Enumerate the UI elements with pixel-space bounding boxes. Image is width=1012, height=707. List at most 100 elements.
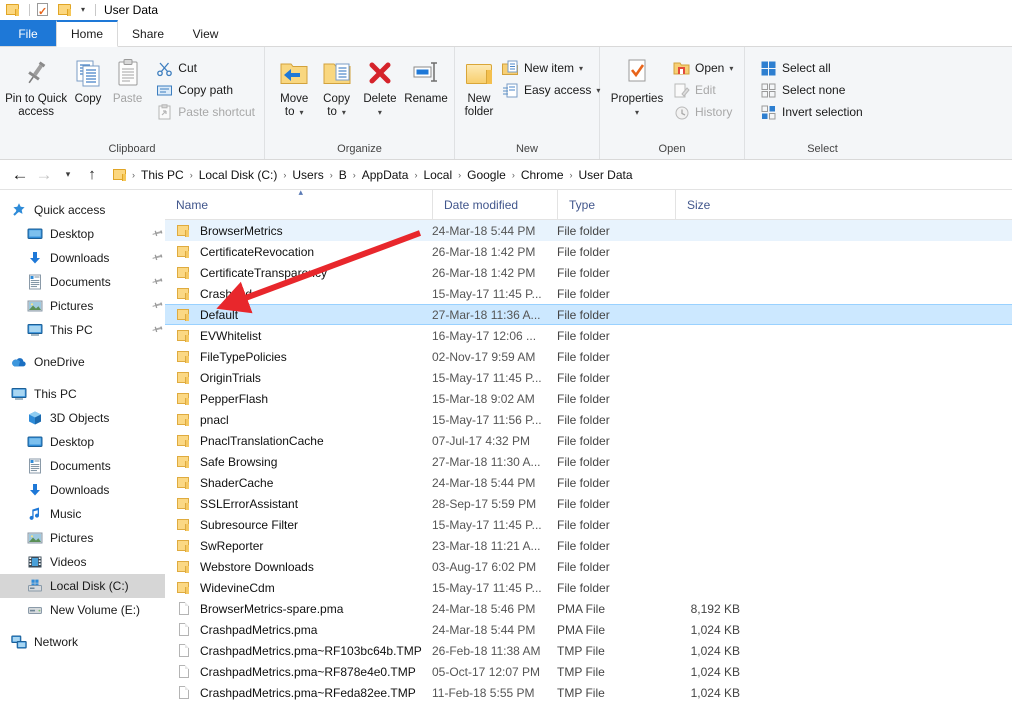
pin-to-quick-access-button[interactable]: Pin to Quick access	[4, 51, 68, 119]
move-to-button[interactable]: Move to ▾	[273, 51, 315, 119]
breadcrumb-separator[interactable]: ›	[130, 170, 137, 180]
quick-access-properties-icon[interactable]: ✓	[35, 2, 51, 18]
history-button[interactable]: History	[670, 101, 738, 123]
paste-shortcut-button[interactable]: Paste shortcut	[153, 101, 260, 123]
properties-button[interactable]: Properties ▾	[606, 51, 668, 119]
table-row[interactable]: CrashpadMetrics.pma 24-Mar-18 5:44 PM PMA …	[165, 619, 1012, 640]
sidebar-item-onedrive[interactable]: OneDrive	[0, 350, 165, 374]
breadcrumb-separator[interactable]: ›	[568, 170, 575, 180]
file-name-cell[interactable]: CrashpadMetrics.pma	[165, 622, 432, 638]
table-row[interactable]: Safe Browsing 27-Mar-18 11:30 A... File fo…	[165, 451, 1012, 472]
file-name-cell[interactable]: CertificateTransparency	[165, 265, 432, 281]
file-name-cell[interactable]: SwReporter	[165, 538, 432, 554]
pin-icon[interactable]	[145, 247, 165, 269]
new-item-chevron-down-icon[interactable]: ▾	[579, 64, 583, 73]
new-folder-button[interactable]: New folder	[463, 51, 495, 119]
sidebar-item-music[interactable]: Music	[0, 502, 165, 526]
breadcrumb-separator[interactable]: ›	[456, 170, 463, 180]
tab-home[interactable]: Home	[56, 20, 119, 47]
file-name-cell[interactable]: BrowserMetrics	[165, 223, 432, 239]
table-row[interactable]: OriginTrials 15-May-17 11:45 P... File fol…	[165, 367, 1012, 388]
table-row[interactable]: PepperFlash 15-Mar-18 9:02 AM File folder	[165, 388, 1012, 409]
edit-button[interactable]: Edit	[670, 79, 738, 101]
breadcrumb-item-local-disk-c[interactable]: Local Disk (C:)	[195, 168, 282, 182]
breadcrumb-item-local[interactable]: Local	[419, 168, 456, 182]
copy-to-button[interactable]: Copy to ▾	[315, 51, 357, 119]
pin-icon[interactable]	[145, 271, 165, 293]
table-row[interactable]: CertificateTransparency 26-Mar-18 1:42 PM…	[165, 262, 1012, 283]
table-row[interactable]: ShaderCache 24-Mar-18 5:44 PM File folder	[165, 472, 1012, 493]
table-row[interactable]: Subresource Filter 15-May-17 11:45 P... Fi…	[165, 514, 1012, 535]
customize-quick-access-chevron-icon[interactable]: ▾	[76, 0, 90, 20]
breadcrumb-separator[interactable]: ›	[281, 170, 288, 180]
sidebar-item-downloads[interactable]: Downloads	[0, 478, 165, 502]
table-row[interactable]: SSLErrorAssistant 28-Sep-17 5:59 PM File f…	[165, 493, 1012, 514]
breadcrumb-separator[interactable]: ›	[351, 170, 358, 180]
breadcrumb-item-this-pc[interactable]: This PC	[137, 168, 188, 182]
file-name-cell[interactable]: OriginTrials	[165, 370, 432, 386]
sidebar-item-this-pc[interactable]: This PC	[0, 382, 165, 406]
easy-access-button[interactable]: Easy access ▾	[499, 79, 605, 101]
breadcrumb[interactable]: › This PC › Local Disk (C:) › Users › B …	[112, 164, 637, 186]
column-header-size[interactable]: Size	[675, 190, 750, 220]
breadcrumb-separator[interactable]: ›	[188, 170, 195, 180]
file-name-cell[interactable]: Webstore Downloads	[165, 559, 432, 575]
properties-caret-icon[interactable]: ▾	[635, 108, 639, 117]
sidebar-item-network[interactable]: Network	[0, 630, 165, 654]
file-name-cell[interactable]: CrashpadMetrics.pma~RF103bc64b.TMP	[165, 643, 432, 659]
file-name-cell[interactable]: FileTypePolicies	[165, 349, 432, 365]
table-row[interactable]: EVWhitelist 16-May-17 12:06 ... File folde…	[165, 325, 1012, 346]
delete-button[interactable]: Delete ▾	[358, 51, 402, 119]
select-all-button[interactable]: Select all	[757, 57, 868, 79]
breadcrumb-item-google[interactable]: Google	[463, 168, 510, 182]
file-name-cell[interactable]: Crashpad	[165, 286, 432, 302]
rename-button[interactable]: Rename	[402, 51, 450, 106]
delete-caret-icon[interactable]: ▾	[378, 108, 382, 117]
breadcrumb-item-user-data[interactable]: User Data	[575, 168, 637, 182]
file-name-cell[interactable]: PnaclTranslationCache	[165, 433, 432, 449]
pin-icon[interactable]	[145, 295, 165, 317]
file-name-cell[interactable]: pnacl	[165, 412, 432, 428]
column-header-type[interactable]: Type	[557, 190, 675, 220]
sidebar-item-this-pc[interactable]: This PC	[0, 318, 165, 342]
file-name-cell[interactable]: CrashpadMetrics.pma~RF878e4e0.TMP	[165, 664, 432, 680]
tab-view[interactable]: View	[178, 20, 233, 47]
invert-selection-button[interactable]: Invert selection	[757, 101, 868, 123]
breadcrumb-separator[interactable]: ›	[328, 170, 335, 180]
table-row[interactable]: SwReporter 23-Mar-18 11:21 A... File folde…	[165, 535, 1012, 556]
table-row[interactable]: CrashpadMetrics.pma~RF103bc64b.TMP 26-Feb…	[165, 640, 1012, 661]
file-name-cell[interactable]: BrowserMetrics-spare.pma	[165, 601, 432, 617]
breadcrumb-item-chrome[interactable]: Chrome	[517, 168, 568, 182]
sidebar-item-pictures[interactable]: Pictures	[0, 294, 165, 318]
quick-access-folder-icon[interactable]	[5, 2, 21, 18]
quick-access-new-folder-icon[interactable]	[57, 2, 73, 18]
table-row[interactable]: CrashpadMetrics.pma~RF878e4e0.TMP 05-Oct-…	[165, 661, 1012, 682]
table-row[interactable]: Crashpad 15-May-17 11:45 P... File folder	[165, 283, 1012, 304]
sidebar-item-pictures[interactable]: Pictures	[0, 526, 165, 550]
sidebar-item-3d-objects[interactable]: 3D Objects	[0, 406, 165, 430]
file-name-cell[interactable]: PepperFlash	[165, 391, 432, 407]
file-name-cell[interactable]: CertificateRevocation	[165, 244, 432, 260]
navigation-pane[interactable]: Quick access Desktop Downloads Documents Pic…	[0, 190, 165, 705]
breadcrumb-separator[interactable]: ›	[510, 170, 517, 180]
table-row[interactable]: Default 27-Mar-18 11:36 A... File folder	[165, 304, 1012, 325]
recent-locations-chevron-icon[interactable]: ▾	[56, 163, 80, 187]
sidebar-item-desktop[interactable]: Desktop	[0, 222, 165, 246]
file-name-cell[interactable]: Default	[165, 307, 432, 323]
sidebar-item-documents[interactable]: Documents	[0, 454, 165, 478]
table-row[interactable]: CrashpadMetrics.pma~RFeda82ee.TMP 11-Feb-…	[165, 682, 1012, 703]
breadcrumb-item-users[interactable]: Users	[288, 168, 327, 182]
file-name-cell[interactable]: CrashpadMetrics.pma~RFeda82ee.TMP	[165, 685, 432, 701]
back-arrow-icon[interactable]: ←	[8, 163, 32, 187]
cut-button[interactable]: Cut	[153, 57, 260, 79]
forward-arrow-icon[interactable]: →	[32, 163, 56, 187]
sidebar-item-new-volume-e[interactable]: New Volume (E:)	[0, 598, 165, 622]
sidebar-item-downloads[interactable]: Downloads	[0, 246, 165, 270]
table-row[interactable]: WidevineCdm 15-May-17 11:45 P... File fold…	[165, 577, 1012, 598]
file-name-cell[interactable]: SSLErrorAssistant	[165, 496, 432, 512]
pin-icon[interactable]	[145, 319, 165, 341]
up-arrow-icon[interactable]: ↑	[80, 163, 104, 187]
breadcrumb-separator[interactable]: ›	[412, 170, 419, 180]
file-name-cell[interactable]: Subresource Filter	[165, 517, 432, 533]
column-header-date-modified[interactable]: Date modified	[432, 190, 557, 220]
